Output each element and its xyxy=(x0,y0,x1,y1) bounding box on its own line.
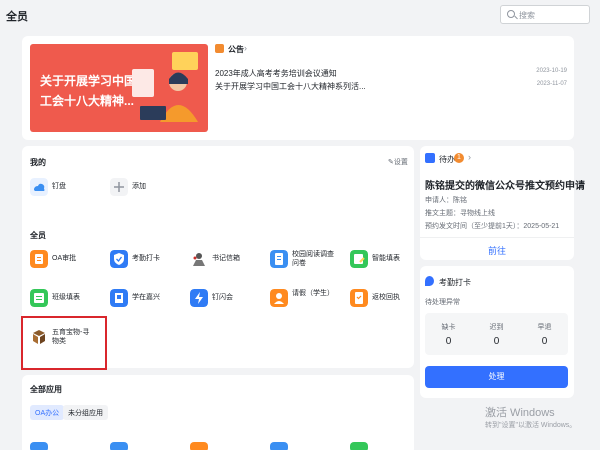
notice-item-date: 2023-11-07 xyxy=(536,81,567,87)
app-ding-meeting[interactable]: 钉闪会 xyxy=(190,289,270,313)
app-label: 添加 xyxy=(132,183,146,190)
stat-early-leave[interactable]: 早退 0 xyxy=(521,313,568,355)
study-icon xyxy=(110,289,128,307)
app-dingpan[interactable]: 钉盘 xyxy=(30,178,110,202)
app-label: 返校回执 xyxy=(372,294,400,301)
app-return-receipt[interactable]: 返校回执 xyxy=(350,289,430,313)
app-label: 智能填表 xyxy=(372,255,400,262)
activation-watermark-subtitle: 转到"设置"以激活 Windows。 xyxy=(485,422,577,429)
attendance-stats: 缺卡 0 迟到 0 早退 0 xyxy=(425,313,568,355)
notice-item-date: 2023-10-19 xyxy=(536,68,567,74)
tab-oa-office[interactable]: OA办公 xyxy=(30,405,65,420)
approval-icon xyxy=(30,250,48,268)
smart-form-icon xyxy=(350,250,368,268)
settings-link[interactable]: ✎设置 xyxy=(388,157,408,167)
chevron-right-icon: › xyxy=(244,43,247,53)
todo-item-title[interactable]: 陈铭提交的微信公众号推文预约申请 xyxy=(425,177,585,192)
stat-missing[interactable]: 缺卡 0 xyxy=(425,313,472,355)
notice-banner[interactable]: 关于开展学习中国 工会十八大精神... xyxy=(30,44,208,132)
app-label: 钉闪会 xyxy=(212,294,233,301)
receipt-icon xyxy=(350,289,368,307)
notice-item[interactable]: 关于开展学习中国工会十八大精神系列活... 2023-11-07 xyxy=(215,81,575,91)
notice-icon xyxy=(215,44,224,53)
notice-label: 公告 xyxy=(228,45,244,54)
selection-highlight xyxy=(21,316,107,370)
attendance-subtitle: 待处理异常 xyxy=(425,299,460,306)
stat-label: 早退 xyxy=(537,324,552,331)
chevron-right-icon[interactable]: › xyxy=(466,275,469,285)
tab-ungrouped[interactable]: 未分组应用 xyxy=(63,405,108,420)
stat-label: 迟到 xyxy=(489,324,504,331)
app-attendance[interactable]: 考勤打卡 xyxy=(110,250,190,274)
app-add[interactable]: 添加 xyxy=(110,178,190,202)
top-bar: 全员 搜索 xyxy=(0,0,600,30)
app-study-jiaxing[interactable]: 学在嘉兴 xyxy=(110,289,190,313)
mine-heading: 我的 xyxy=(30,158,46,167)
activation-watermark-title: 激活 Windows xyxy=(485,407,555,419)
process-button[interactable]: 处理 xyxy=(425,366,568,388)
app-label: 钉盘 xyxy=(52,183,66,190)
cloud-drive-icon xyxy=(30,178,48,196)
all-apps-heading: 全部应用 xyxy=(30,385,62,394)
app-label: 校园阅读调查问卷 xyxy=(292,251,334,267)
chevron-right-icon[interactable]: › xyxy=(468,152,471,162)
notice-item-title: 2023年成人高考考务培训会议通知 xyxy=(215,69,337,78)
app-class-form[interactable]: 班级填表 xyxy=(30,289,110,313)
stat-value: 0 xyxy=(541,336,548,347)
app-label: 请假（学生） xyxy=(292,290,334,297)
app-label: 学在嘉兴 xyxy=(132,294,160,301)
todo-applicant: 申请人：陈铭 xyxy=(425,197,467,204)
mailbox-icon xyxy=(190,250,208,268)
banner-illustration xyxy=(132,52,198,122)
app-label: 书记信箱 xyxy=(212,255,240,262)
app-label: OA审批 xyxy=(52,255,77,262)
plus-icon xyxy=(110,178,128,196)
leave-icon xyxy=(270,289,288,307)
app-label: 班级填表 xyxy=(52,294,80,301)
app-oa-approval[interactable]: OA审批 xyxy=(30,250,110,274)
search-input[interactable]: 搜索 xyxy=(500,5,590,24)
todo-planned-time: 预约发文时间（至少提前1天）：2025-05-21 xyxy=(425,223,560,230)
banner-title-line2: 工会十八大精神... xyxy=(40,94,135,108)
notice-item-title: 关于开展学习中国工会十八大精神系列活... xyxy=(215,82,366,91)
lightning-icon xyxy=(190,289,208,307)
app-smart-form[interactable]: 智能填表 xyxy=(350,250,430,274)
stat-label: 缺卡 xyxy=(441,324,456,331)
todo-label[interactable]: 待办 xyxy=(439,154,455,165)
app-student-leave[interactable]: 请假（学生） xyxy=(270,289,350,313)
location-icon xyxy=(425,276,434,286)
search-icon xyxy=(507,10,515,18)
stat-value: 0 xyxy=(493,336,500,347)
stat-late[interactable]: 迟到 0 xyxy=(473,313,520,355)
app-label: 考勤打卡 xyxy=(132,255,160,262)
survey-icon xyxy=(270,250,288,268)
app-icons-partial xyxy=(30,442,368,450)
app-reading-survey[interactable]: 校园阅读调查问卷 xyxy=(270,250,350,274)
search-placeholder: 搜索 xyxy=(519,11,535,20)
todo-icon xyxy=(425,153,435,163)
class-form-icon xyxy=(30,289,48,307)
settings-label: 设置 xyxy=(393,159,408,166)
stat-value: 0 xyxy=(445,336,452,347)
attendance-icon xyxy=(110,250,128,268)
todo-topic: 推文主题：寻物线上线 xyxy=(425,210,495,217)
all-staff-heading: 全员 xyxy=(30,231,46,240)
notice-item[interactable]: 2023年成人高考考务培训会议通知 2023-10-19 xyxy=(215,68,575,78)
app-secretary-mailbox[interactable]: 书记信箱 xyxy=(190,250,270,274)
page-title: 全员 xyxy=(6,11,28,23)
todo-count-badge: 1 xyxy=(454,153,464,163)
goto-button[interactable]: 前往 xyxy=(420,237,574,259)
